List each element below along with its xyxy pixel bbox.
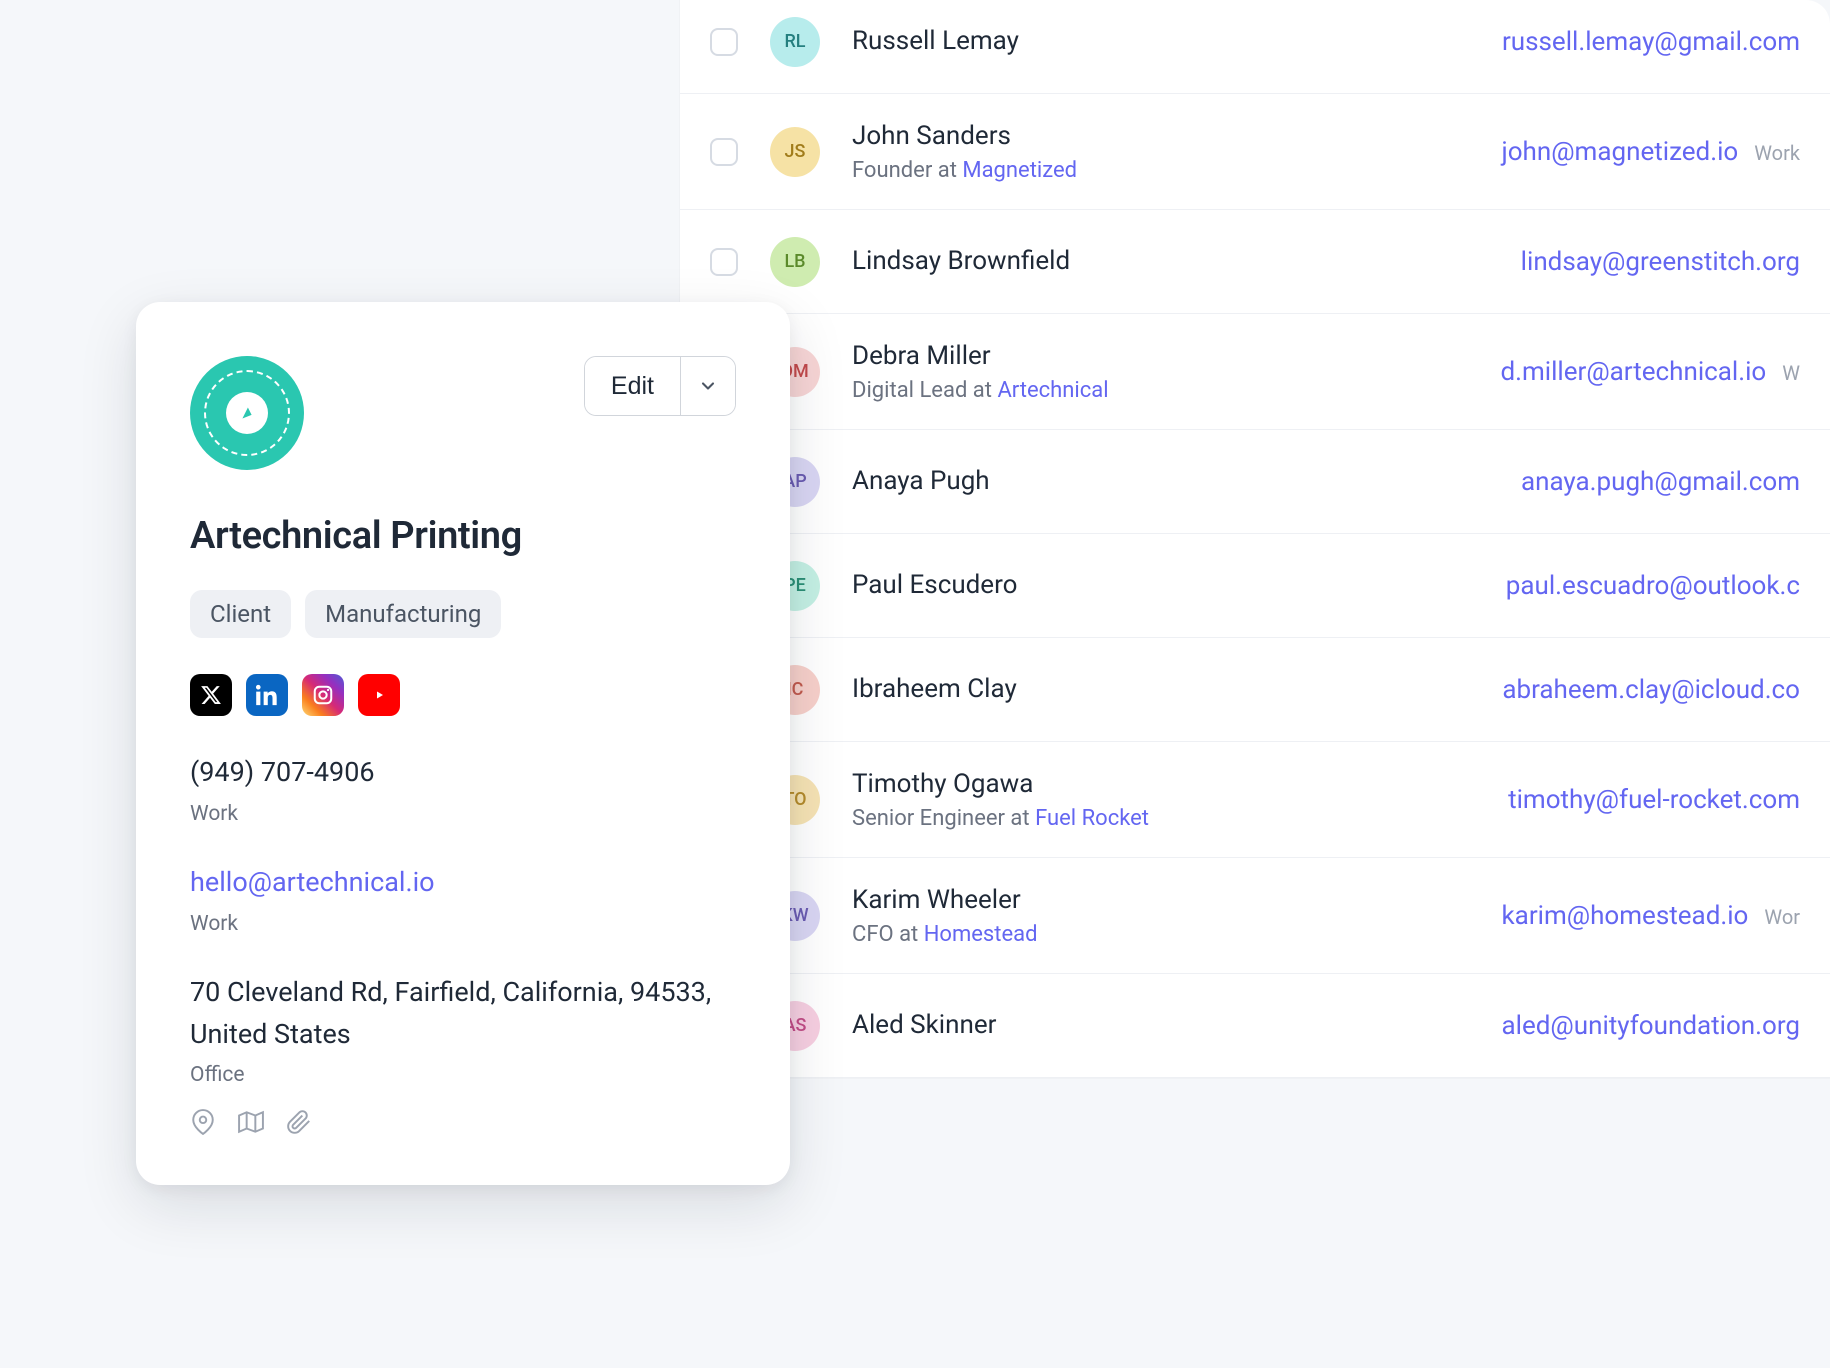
- contact-email[interactable]: russell.lemay@gmail.com: [1502, 27, 1800, 57]
- edit-dropdown-button[interactable]: [681, 357, 735, 415]
- edit-button-group: Edit: [584, 356, 736, 416]
- youtube-icon[interactable]: [358, 674, 400, 716]
- avatar: RL: [770, 17, 820, 67]
- tag-list: Client Manufacturing: [190, 590, 736, 638]
- contact-email[interactable]: aled@unityfoundation.org: [1502, 1011, 1800, 1041]
- contact-row[interactable]: JS John Sanders Founder at Magnetized john@…: [680, 94, 1830, 210]
- email-type-label: W: [1782, 361, 1800, 385]
- chevron-down-icon: [698, 376, 718, 396]
- edit-button[interactable]: Edit: [585, 357, 681, 415]
- contact-name: John Sanders: [852, 120, 1469, 154]
- contact-name: Paul Escudero: [852, 569, 1474, 603]
- phone-field: (949) 707-4906 Work: [190, 752, 736, 826]
- contact-name: Ibraheem Clay: [852, 673, 1470, 707]
- attachment-icon[interactable]: [286, 1109, 312, 1135]
- contact-row[interactable]: PEPaul Escuderopaul.escuadro@outlook.c: [680, 534, 1830, 638]
- contact-row[interactable]: ASAled Skinneraled@unityfoundation.org: [680, 974, 1830, 1078]
- contact-email[interactable]: john@magnetized.io: [1501, 137, 1738, 167]
- contact-name: Aled Skinner: [852, 1009, 1470, 1043]
- contact-name: Timothy Ogawa: [852, 768, 1476, 802]
- tag-client[interactable]: Client: [190, 590, 291, 638]
- instagram-icon[interactable]: [302, 674, 344, 716]
- linkedin-icon[interactable]: [246, 674, 288, 716]
- email-type-label: Wor: [1764, 905, 1800, 929]
- contact-list: RL Russell Lemay russell.lemay@gmail.com JS…: [680, 0, 1830, 1078]
- contact-email[interactable]: lindsay@greenstitch.org: [1521, 247, 1800, 277]
- address-value: 70 Cleveland Rd, Fairfield, California, …: [190, 972, 736, 1056]
- company-title: Artechnical Printing: [190, 514, 736, 558]
- contact-email[interactable]: paul.escuadro@outlook.c: [1506, 571, 1800, 601]
- contact-row[interactable]: LB Lindsay Brownfield lindsay@greenstitch.…: [680, 210, 1830, 314]
- address-field: 70 Cleveland Rd, Fairfield, California, …: [190, 972, 736, 1088]
- avatar: LB: [770, 237, 820, 287]
- email-type-label: Work: [1754, 141, 1800, 165]
- avatar: JS: [770, 127, 820, 177]
- row-checkbox[interactable]: [710, 248, 738, 276]
- row-checkbox[interactable]: [710, 138, 738, 166]
- email-label: Work: [190, 912, 736, 936]
- contact-role: Founder at Magnetized: [852, 158, 1469, 183]
- contact-row[interactable]: RL Russell Lemay russell.lemay@gmail.com: [680, 0, 1830, 94]
- contact-row[interactable]: KWKarim WheelerCFO at Homesteadkarim@hom…: [680, 858, 1830, 974]
- contact-row[interactable]: APAnaya Pughanaya.pugh@gmail.com: [680, 430, 1830, 534]
- row-checkbox[interactable]: [710, 28, 738, 56]
- phone-label: Work: [190, 802, 736, 826]
- address-actions: [190, 1109, 736, 1135]
- pin-icon[interactable]: [190, 1109, 216, 1135]
- contact-name: Anaya Pugh: [852, 465, 1489, 499]
- contact-email[interactable]: anaya.pugh@gmail.com: [1521, 467, 1800, 497]
- contact-company[interactable]: Magnetized: [962, 158, 1077, 183]
- contact-name: Karim Wheeler: [852, 884, 1470, 918]
- contact-row[interactable]: DMDebra MillerDigital Lead at Artechnica…: [680, 314, 1830, 430]
- contact-name: Debra Miller: [852, 340, 1468, 374]
- contact-company[interactable]: Artechnical: [997, 378, 1108, 403]
- contact-email[interactable]: karim@homestead.io: [1502, 901, 1749, 931]
- company-detail-card: Edit Artechnical Printing Client Manufac…: [136, 302, 790, 1185]
- tag-manufacturing[interactable]: Manufacturing: [305, 590, 501, 638]
- contact-email[interactable]: abraheem.clay@icloud.co: [1502, 675, 1800, 705]
- contact-role: Digital Lead at Artechnical: [852, 378, 1468, 403]
- social-links: [190, 674, 736, 716]
- contact-email[interactable]: d.miller@artechnical.io: [1500, 357, 1766, 387]
- contact-row[interactable]: TOTimothy OgawaSenior Engineer at Fuel R…: [680, 742, 1830, 858]
- contact-email[interactable]: timothy@fuel-rocket.com: [1508, 785, 1800, 815]
- phone-value: (949) 707-4906: [190, 752, 736, 794]
- contact-role: Senior Engineer at Fuel Rocket: [852, 806, 1476, 831]
- contact-role: CFO at Homestead: [852, 922, 1470, 947]
- x-icon[interactable]: [190, 674, 232, 716]
- company-logo: [190, 356, 304, 470]
- email-field: hello@artechnical.io Work: [190, 862, 736, 936]
- contact-company[interactable]: Fuel Rocket: [1035, 806, 1149, 831]
- contact-company[interactable]: Homestead: [924, 922, 1038, 947]
- email-value[interactable]: hello@artechnical.io: [190, 862, 736, 904]
- address-label: Office: [190, 1063, 736, 1087]
- contact-row[interactable]: ICIbraheem Clayabraheem.clay@icloud.co: [680, 638, 1830, 742]
- contact-name: Russell Lemay: [852, 25, 1470, 59]
- contact-name: Lindsay Brownfield: [852, 245, 1489, 279]
- map-icon[interactable]: [238, 1109, 264, 1135]
